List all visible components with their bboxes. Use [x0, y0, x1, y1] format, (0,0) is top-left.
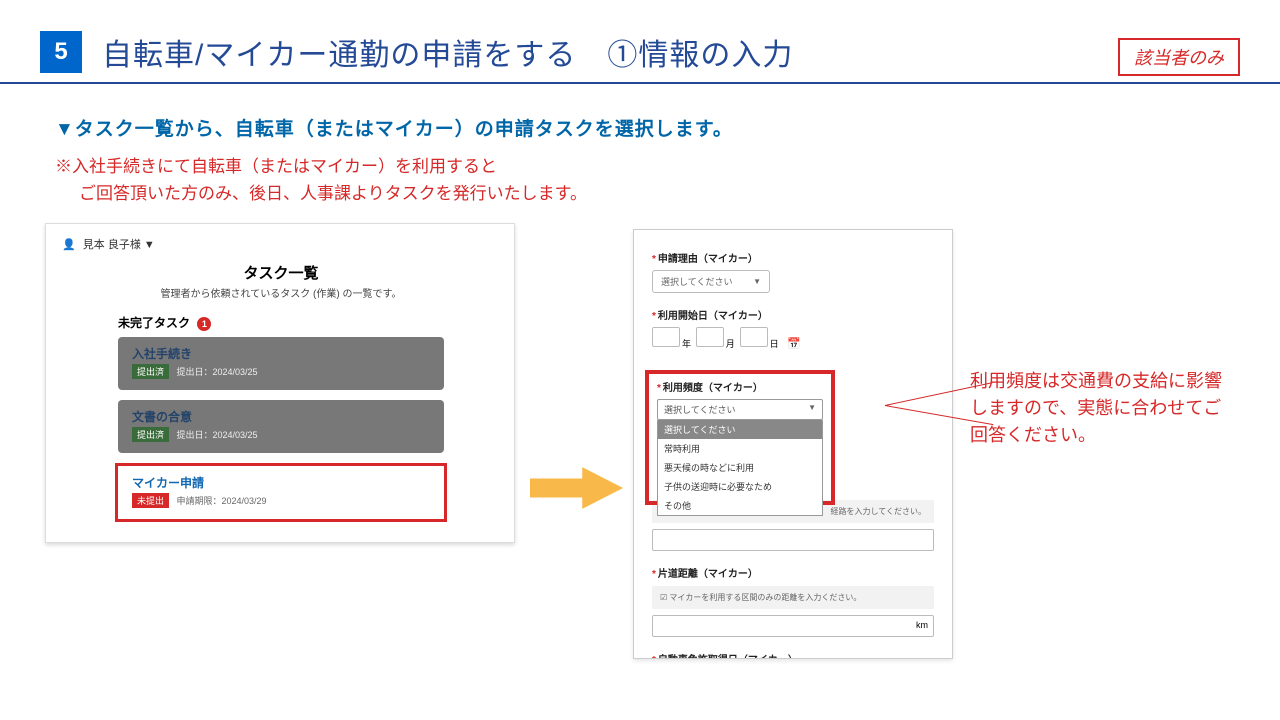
task-title: 入社手続き — [132, 345, 430, 362]
user-name: 見本 良子様 ▼ — [83, 239, 155, 251]
chevron-down-icon: ▼ — [753, 277, 761, 286]
info-icon: ☑ — [660, 593, 667, 602]
option-childpickup[interactable]: 子供の送迎時に必要なため — [658, 477, 822, 496]
distance-input[interactable]: km — [652, 615, 934, 637]
month-input[interactable] — [696, 327, 724, 347]
submitted-badge: 提出済 — [132, 427, 169, 442]
year-suffix: 年 — [682, 339, 691, 349]
select-current: 選択してください — [664, 403, 735, 416]
slide-title: 自転車/マイカー通勤の申請をする ①情報の入力 — [102, 30, 793, 74]
route-input[interactable] — [652, 529, 934, 551]
distance-label: 片道距離（マイカー） — [658, 569, 758, 580]
license-label: 自動車免許取得日（マイカー） — [658, 655, 798, 659]
form-screenshot: *申請理由（マイカー） 選択してください ▼ *利用開始日（マイカー） 年 月 … — [633, 229, 953, 659]
day-suffix: 日 — [770, 339, 779, 349]
task-title: 文書の合意 — [132, 408, 430, 425]
calendar-icon[interactable]: 📅 — [787, 338, 801, 350]
incomplete-heading: 未完了タスク 1 — [118, 314, 504, 331]
slide-header: 5 自転車/マイカー通勤の申請をする ①情報の入力 該当者のみ — [0, 0, 1280, 84]
distance-group: *片道距離（マイカー） ☑ マイカーを利用する区間のみの距離を入力ください。 k… — [634, 565, 952, 637]
incomplete-label: 未完了タスク — [118, 316, 190, 330]
distance-hint: マイカーを利用する区間のみの距離を入力ください。 — [669, 593, 861, 602]
tasklist-subtitle: 管理者から依頼されているタスク (作業) の一覧です。 — [58, 285, 504, 300]
reason-label: 申請理由（マイカー） — [658, 254, 758, 265]
note-line1: ※入社手続きにて自転車（またはマイカー）を利用すると — [55, 157, 497, 176]
frequency-select[interactable]: 選択してください ▼ — [657, 399, 823, 420]
chevron-down-icon: ▼ — [808, 403, 816, 416]
reason-group: *申請理由（マイカー） 選択してください ▼ — [634, 250, 952, 293]
slide-body: ▼タスク一覧から、自転車（またはマイカー）の申請タスクを選択します。 ※入社手続… — [0, 84, 1280, 207]
option-other[interactable]: その他 — [658, 496, 822, 515]
frequency-label: 利用頻度（マイカー） — [663, 383, 763, 394]
step-number-badge: 5 — [40, 31, 82, 73]
task-item-agreement[interactable]: 文書の合意 提出済 提出日：2024/03/25 — [118, 400, 444, 453]
option-badweather[interactable]: 悪天候の時などに利用 — [658, 458, 822, 477]
startdate-group: *利用開始日（マイカー） 年 月 日 📅 — [634, 307, 952, 350]
user-icon: 👤 — [62, 239, 76, 251]
submitted-badge: 提出済 — [132, 364, 169, 379]
reason-select[interactable]: 選択してください ▼ — [652, 270, 770, 293]
arrow-icon — [530, 463, 625, 518]
license-group: *自動車免許取得日（マイカー） — [634, 651, 952, 659]
option-placeholder[interactable]: 選択してください — [658, 420, 822, 439]
startdate-label: 利用開始日（マイカー） — [658, 311, 768, 322]
option-always[interactable]: 常時利用 — [658, 439, 822, 458]
incomplete-count-badge: 1 — [197, 317, 211, 331]
select-placeholder: 選択してください — [661, 275, 732, 288]
task-list-screenshot: 👤 見本 良子様 ▼ タスク一覧 管理者から依頼されているタスク (作業) の一… — [45, 223, 515, 543]
callout-text: 利用頻度は交通費の支給に影響しますので、実態に合わせてご回答ください。 — [970, 368, 1230, 449]
frequency-highlight-box: *利用頻度（マイカー） 選択してください ▼ 選択してください 常時利用 悪天候… — [645, 370, 835, 505]
month-suffix: 月 — [726, 339, 735, 349]
note-line2: ご回答頂いた方のみ、後日、人事課よりタスクを発行いたします。 — [79, 180, 1225, 207]
tasklist-title: タスク一覧 — [58, 262, 504, 283]
year-input[interactable] — [652, 327, 680, 347]
user-menu[interactable]: 👤 見本 良子様 ▼ — [62, 236, 504, 252]
task-deadline: 申請期限：2024/03/29 — [176, 494, 266, 507]
task-item-mycar-highlighted[interactable]: マイカー申請 未提出 申請期限：2024/03/29 — [115, 463, 447, 522]
day-input[interactable] — [740, 327, 768, 347]
task-date: 提出日：2024/03/25 — [176, 428, 257, 441]
task-title: マイカー申請 — [132, 474, 430, 491]
task-item-onboarding[interactable]: 入社手続き 提出済 提出日：2024/03/25 — [118, 337, 444, 390]
lead-text: ▼タスク一覧から、自転車（またはマイカー）の申請タスクを選択します。 — [55, 114, 1225, 141]
unsubmitted-badge: 未提出 — [132, 493, 169, 508]
note-text: ※入社手続きにて自転車（またはマイカー）を利用すると ご回答頂いた方のみ、後日、… — [55, 153, 1225, 207]
applicable-badge: 該当者のみ — [1118, 38, 1240, 76]
frequency-dropdown-list: 選択してください 常時利用 悪天候の時などに利用 子供の送迎時に必要なため その… — [657, 420, 823, 516]
task-date: 提出日：2024/03/25 — [176, 365, 257, 378]
km-unit: km — [916, 620, 928, 630]
